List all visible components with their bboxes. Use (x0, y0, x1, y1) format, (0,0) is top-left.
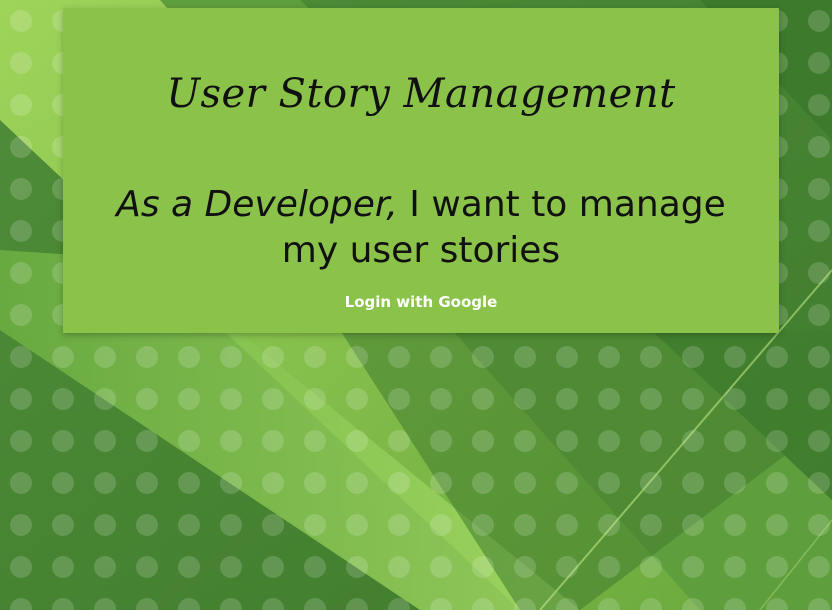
app-title: User Story Management (166, 71, 676, 117)
login-with-google-button[interactable]: Login with Google (333, 280, 509, 324)
intro-card: User Story Management As a Developer, I … (63, 8, 779, 333)
user-story-role: As a Developer, (116, 184, 398, 225)
user-story-text: As a Developer, I want to manage my user… (83, 182, 759, 274)
